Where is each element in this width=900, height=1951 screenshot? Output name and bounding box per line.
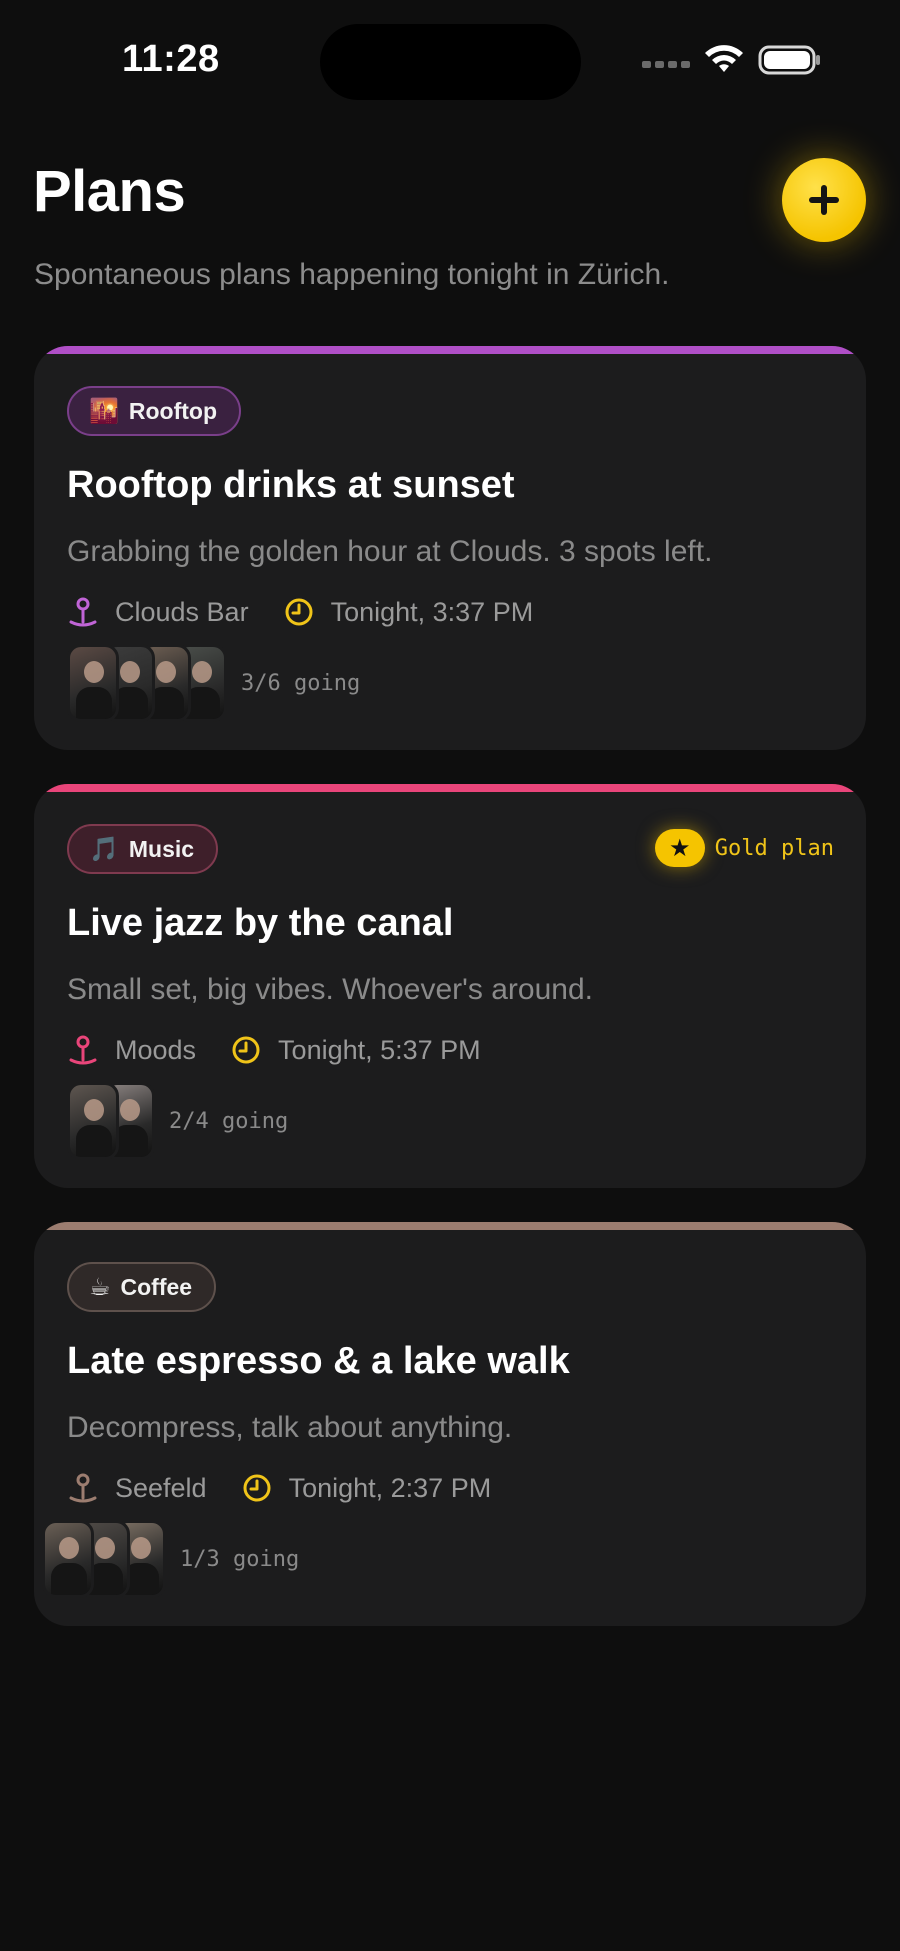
plan-card[interactable]: 🎵 Music Live jazz by the canal Small set… [34, 784, 866, 1188]
plan-description: Decompress, talk about anything. [67, 1411, 513, 1444]
going-count: 2/4 going [169, 1108, 289, 1134]
attendees-row[interactable]: 2/4 going [67, 1076, 288, 1166]
attendee-avatars [67, 644, 227, 722]
plan-meta: Seefeld Tonight, 2:37 PM [67, 1470, 491, 1506]
status-time: 11:28 [122, 38, 220, 80]
attendees-row[interactable]: 3/6 going [67, 638, 360, 728]
category-label: Rooftop [128, 397, 218, 424]
plan-title: Live jazz by the canal [67, 902, 454, 944]
plan-title: Rooftop drinks at sunset [67, 464, 515, 506]
star-icon: ★ [654, 829, 705, 867]
status-icons [642, 44, 822, 76]
category-emoji-icon: 🎵 [89, 835, 119, 863]
category-emoji-icon: 🌇 [89, 397, 119, 425]
plan-time: Tonight, 3:37 PM [330, 596, 534, 627]
location-pin-icon [69, 597, 97, 627]
plan-title: Late espresso & a lake walk [67, 1340, 570, 1382]
cellular-signal-icon [642, 60, 690, 68]
page-title: Plans [33, 159, 186, 224]
going-count: 1/3 going [180, 1546, 300, 1572]
plan-card[interactable]: ☕ Coffee Late espresso & a lake walk Dec… [34, 1222, 866, 1626]
clock-icon [285, 598, 313, 626]
plan-description: Small set, big vibes. Whoever's around. [67, 973, 593, 1006]
plan-time: Tonight, 5:37 PM [278, 1034, 481, 1065]
category-label: Coffee [120, 1273, 193, 1300]
plan-time: Tonight, 2:37 PM [288, 1472, 492, 1503]
attendees-row[interactable]: 1/3 going [42, 1514, 299, 1604]
location-pin-icon [69, 1473, 97, 1503]
status-bar: 11:28 [0, 0, 900, 120]
attendee-avatars [67, 1082, 155, 1160]
plan-card[interactable]: 🌇 Rooftop Rooftop drinks at sunset Grabb… [34, 346, 866, 750]
page-subtitle: Spontaneous plans happening tonight in Z… [34, 258, 670, 291]
plan-location: Clouds Bar [115, 596, 249, 627]
plan-meta: Clouds Bar Tonight, 3:37 PM [67, 594, 533, 630]
add-plan-button[interactable] [782, 158, 866, 242]
going-count: 3/6 going [241, 670, 361, 696]
plan-location: Seefeld [115, 1472, 207, 1503]
battery-icon [758, 45, 820, 75]
category-label: Music [128, 835, 195, 862]
plan-location: Moods [115, 1034, 197, 1065]
gold-plan-badge: ★ Gold plan [654, 828, 834, 868]
card-accent-bar [34, 784, 866, 792]
location-pin-icon [69, 1035, 97, 1065]
dynamic-island [320, 24, 581, 100]
plan-meta: Moods Tonight, 5:37 PM [67, 1032, 481, 1068]
attendee-avatar [67, 644, 119, 722]
category-emoji-icon: ☕ [89, 1273, 111, 1301]
attendee-avatar [42, 1520, 94, 1598]
attendee-avatar [67, 1082, 119, 1160]
category-tag: 🌇 Rooftop [67, 386, 242, 436]
category-tag: ☕ Coffee [67, 1262, 217, 1312]
wifi-icon [705, 45, 743, 72]
card-accent-bar [34, 346, 866, 354]
plus-icon [809, 185, 839, 215]
clock-icon [243, 1474, 271, 1502]
category-tag: 🎵 Music [67, 824, 219, 874]
plan-description: Grabbing the golden hour at Clouds. 3 sp… [67, 535, 713, 568]
attendee-avatars [42, 1520, 166, 1598]
card-accent-bar [34, 1222, 866, 1230]
clock-icon [232, 1036, 260, 1064]
gold-plan-label: Gold plan [714, 835, 834, 861]
